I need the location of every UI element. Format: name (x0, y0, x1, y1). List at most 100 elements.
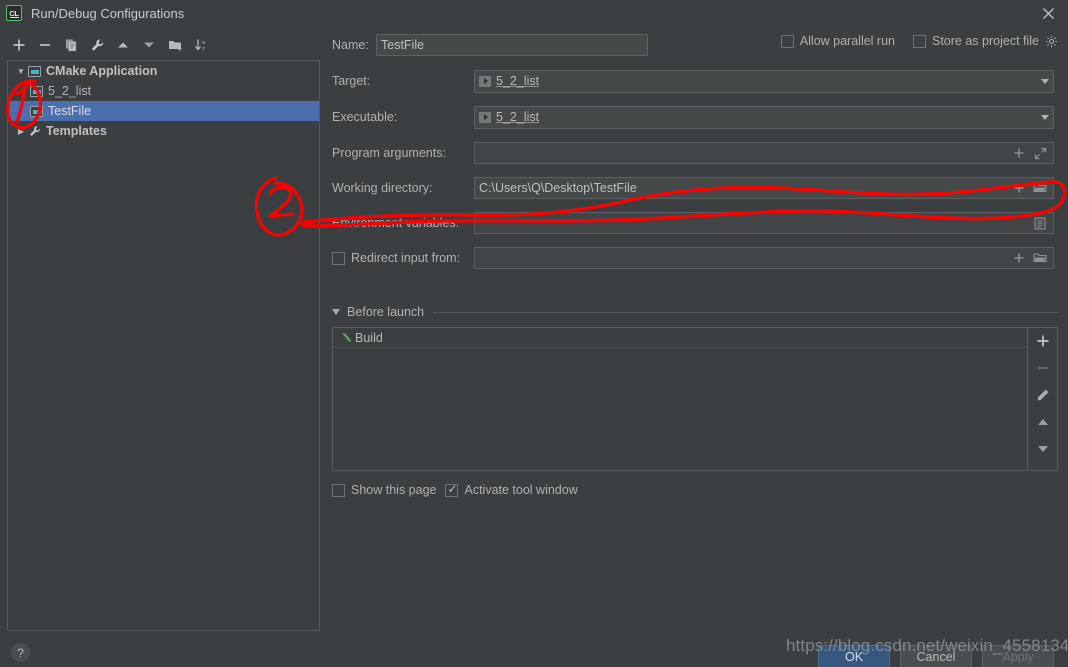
checkbox-box[interactable] (913, 34, 926, 48)
tree-item-5-2-list[interactable]: 5_2_list (8, 81, 319, 101)
remove-task-button[interactable] (1033, 359, 1053, 376)
before-launch-side-toolbar (1028, 327, 1058, 471)
remove-configuration-button[interactable] (32, 33, 58, 57)
name-input[interactable]: TestFile (376, 34, 648, 56)
configurations-tree[interactable]: ▼ CMake Application 5_2_list TestFile ▶ … (7, 60, 320, 631)
title-bar: CL Run/Debug Configurations (0, 0, 1068, 26)
edit-task-button[interactable] (1033, 386, 1053, 403)
configuration-icon (30, 85, 43, 97)
expand-icon[interactable] (1033, 146, 1047, 160)
program-arguments-row: Program arguments: (332, 142, 1058, 164)
expand-triangle-icon[interactable]: ▼ (14, 67, 28, 76)
chevron-down-icon[interactable] (1041, 78, 1049, 84)
program-arguments-actions (1012, 146, 1049, 160)
tree-item-label: CMake Application (46, 64, 158, 78)
activate-tool-window-checkbox[interactable]: Activate tool window (445, 482, 578, 497)
allow-parallel-run-checkbox[interactable]: Allow parallel run (780, 34, 895, 48)
activate-tool-window-label: Activate tool window (464, 483, 578, 497)
list-icon[interactable] (1033, 216, 1047, 230)
environment-variables-label: Environment variables: (332, 216, 460, 230)
tree-item-templates[interactable]: ▶ Templates (8, 121, 319, 141)
program-arguments-input[interactable] (474, 142, 1054, 164)
add-configuration-button[interactable] (6, 33, 32, 57)
name-input-value: TestFile (381, 38, 425, 52)
before-launch-task-row[interactable]: Build (333, 328, 1027, 348)
redirect-input-row: Redirect input from: (332, 247, 1058, 269)
add-task-button[interactable] (1033, 332, 1053, 349)
executable-row: Executable: 5_2_list (332, 105, 1058, 129)
target-row: Target: 5_2_list (332, 69, 1058, 93)
redirect-input-label: Redirect input from: (351, 251, 461, 265)
working-directory-label: Working directory: (332, 181, 433, 195)
before-launch-task-list[interactable]: Build (332, 327, 1028, 471)
executable-combobox[interactable]: 5_2_list (474, 105, 1054, 129)
target-label: Target: (332, 74, 371, 88)
name-row-options: Allow parallel run Store as project file (780, 34, 1058, 48)
folder-icon[interactable] (1033, 181, 1047, 195)
target-combobox[interactable]: 5_2_list (474, 69, 1054, 93)
target-value: 5_2_list (496, 74, 540, 88)
configuration-icon (30, 105, 43, 117)
working-directory-value: C:\Users\Q\Desktop\TestFile (479, 181, 637, 195)
folder-icon[interactable] (1033, 251, 1047, 265)
wrench-icon (28, 125, 42, 138)
arrow-up-icon[interactable] (110, 33, 136, 57)
tree-item-label: 5_2_list (48, 84, 92, 98)
plus-icon[interactable] (1012, 146, 1026, 160)
wrench-icon[interactable] (84, 33, 110, 57)
name-row: Name: TestFile Allow parallel run Store … (332, 34, 1058, 56)
gear-icon[interactable] (1045, 35, 1058, 48)
chevron-down-icon[interactable] (1041, 114, 1049, 120)
divider (433, 311, 1058, 313)
checkbox-box[interactable] (332, 251, 345, 265)
environment-variables-row: Environment variables: (332, 212, 1058, 234)
configuration-form: Name: TestFile Allow parallel run Store … (332, 34, 1058, 497)
tree-item-label: Templates (46, 124, 107, 138)
move-task-up-button[interactable] (1033, 413, 1053, 430)
build-hammer-icon (337, 331, 355, 344)
working-directory-row: Working directory: C:\Users\Q\Desktop\Te… (332, 177, 1058, 199)
store-as-project-file-checkbox[interactable]: Store as project file (913, 34, 1058, 48)
close-icon[interactable] (1038, 3, 1058, 23)
before-launch-title: Before launch (347, 305, 425, 319)
working-directory-input[interactable]: C:\Users\Q\Desktop\TestFile (474, 177, 1054, 199)
plus-icon[interactable] (1012, 181, 1026, 195)
svg-text:z: z (202, 46, 205, 52)
checkbox-box[interactable] (445, 482, 459, 497)
configuration-type-icon (28, 65, 41, 77)
configurations-toolbar: a z (0, 32, 320, 58)
executable-label: Executable: (332, 110, 398, 124)
window-title: Run/Debug Configurations (31, 5, 185, 21)
help-button[interactable]: ? (11, 643, 30, 662)
run-target-icon (479, 111, 491, 123)
tree-item-cmake-application[interactable]: ▼ CMake Application (8, 61, 319, 81)
clion-icon: CL (6, 5, 22, 21)
show-this-page-label: Show this page (351, 483, 437, 497)
store-as-project-file-label: Store as project file (932, 34, 1039, 48)
name-label: Name: (332, 38, 369, 52)
working-directory-actions (1012, 181, 1049, 195)
redirect-input-checkbox[interactable]: Redirect input from: (332, 251, 474, 265)
redirect-input-actions (1012, 251, 1049, 265)
arrow-down-icon[interactable] (136, 33, 162, 57)
tree-item-testfile[interactable]: TestFile (8, 101, 319, 121)
copy-configuration-button[interactable] (58, 33, 84, 57)
environment-variables-input[interactable] (474, 212, 1054, 234)
run-target-icon (479, 75, 491, 87)
before-launch-header[interactable]: Before launch (332, 305, 1058, 319)
sort-az-icon[interactable]: a z (188, 33, 214, 57)
allow-parallel-run-label: Allow parallel run (799, 34, 895, 48)
collapse-triangle-icon[interactable]: ▶ (14, 127, 28, 136)
show-this-page-checkbox[interactable]: Show this page (332, 483, 436, 497)
chevron-down-icon[interactable] (332, 309, 340, 315)
before-launch-task-label: Build (355, 330, 383, 345)
move-task-down-button[interactable] (1033, 440, 1053, 457)
checkbox-box[interactable] (780, 34, 794, 48)
folder-add-icon[interactable] (162, 33, 188, 57)
redirect-input-field[interactable] (474, 247, 1054, 269)
plus-icon[interactable] (1012, 251, 1026, 265)
checkbox-box[interactable] (332, 483, 345, 497)
program-arguments-label: Program arguments: (332, 146, 446, 160)
watermark-text: https://blog.csdn.net/weixin_45581345 (786, 636, 1068, 655)
before-launch-panel: Build (332, 327, 1058, 471)
